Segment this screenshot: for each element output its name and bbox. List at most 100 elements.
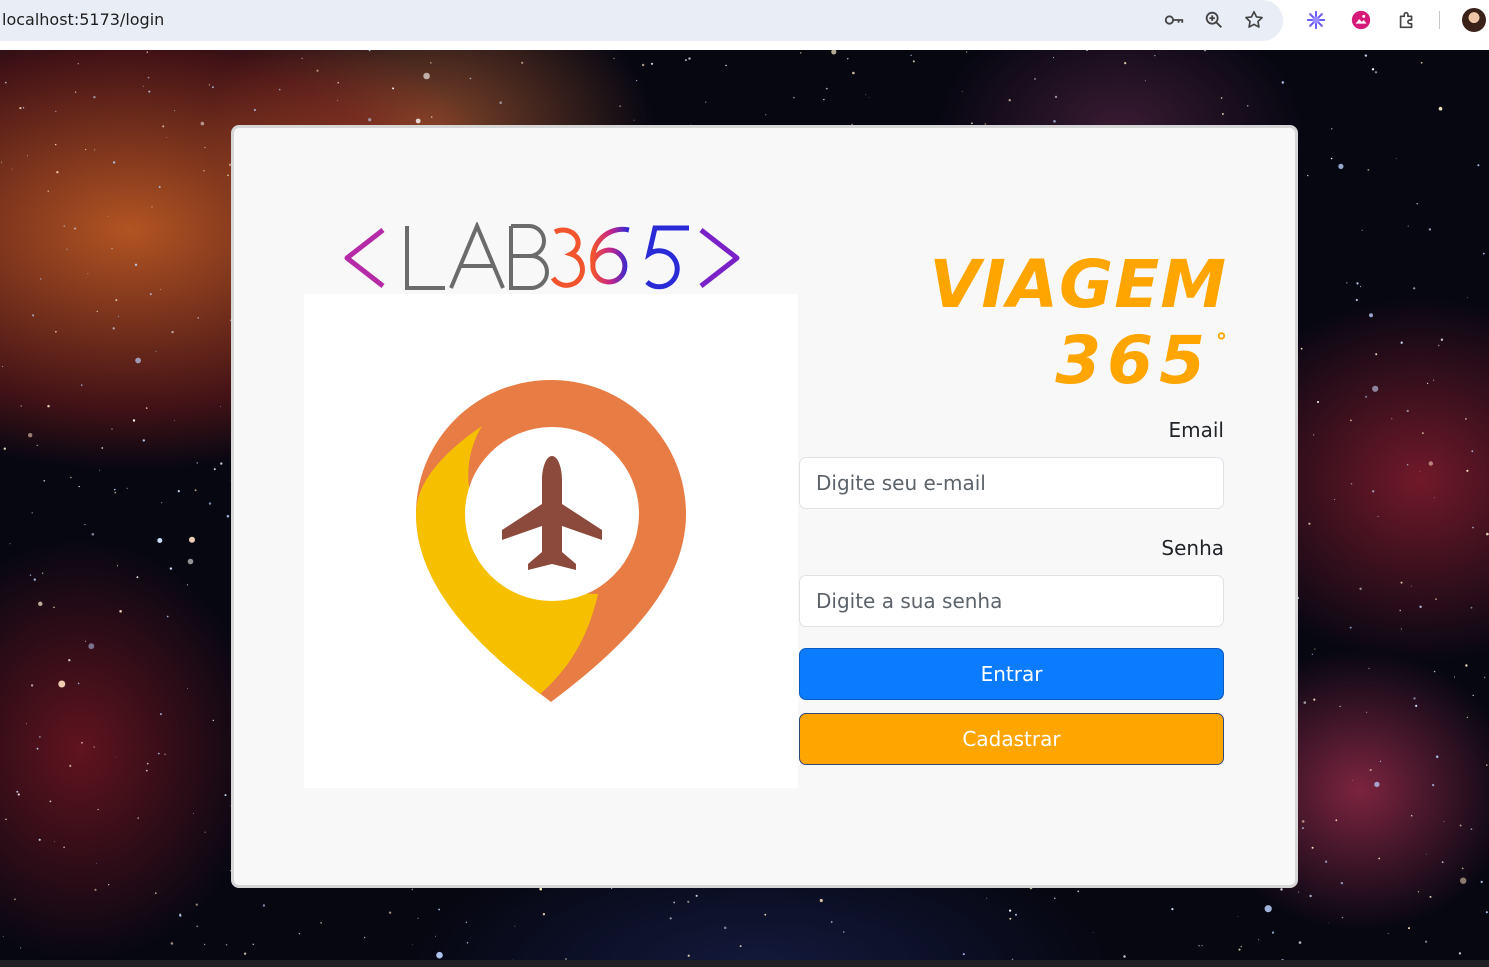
star — [1431, 783, 1435, 787]
star — [1399, 609, 1401, 612]
star — [1008, 99, 1011, 102]
star — [1034, 78, 1036, 80]
star — [38, 838, 41, 841]
email-field[interactable] — [799, 457, 1224, 509]
star — [119, 610, 122, 613]
star — [1425, 853, 1427, 855]
address-bar[interactable]: localhost:5173/login — [0, 0, 1283, 41]
star — [542, 913, 546, 916]
star — [225, 944, 228, 946]
zoom-icon[interactable] — [1202, 8, 1226, 32]
star — [1220, 97, 1223, 99]
password-field[interactable] — [799, 575, 1224, 627]
star — [1335, 819, 1338, 822]
login-button-label: Entrar — [980, 662, 1043, 686]
window-bottom-edge — [0, 960, 1489, 967]
star — [298, 932, 301, 935]
star — [1483, 676, 1486, 679]
star — [1391, 418, 1393, 420]
star — [723, 926, 727, 930]
puzzle-icon[interactable] — [1395, 8, 1419, 32]
star — [687, 954, 690, 957]
star — [1369, 768, 1372, 772]
star — [213, 468, 216, 471]
register-button-label: Cadastrar — [962, 727, 1061, 751]
star — [1374, 71, 1378, 74]
star — [868, 97, 870, 99]
star — [1330, 157, 1333, 160]
star — [436, 951, 443, 959]
star — [687, 900, 690, 903]
star — [204, 146, 206, 149]
star — [1428, 461, 1434, 466]
star — [650, 62, 654, 65]
star — [1309, 894, 1312, 898]
star — [166, 137, 168, 138]
star — [212, 719, 214, 722]
extension-photo-icon[interactable] — [1349, 8, 1373, 32]
star — [9, 543, 11, 545]
star — [469, 77, 472, 80]
key-icon[interactable] — [1162, 8, 1186, 32]
email-label: Email — [1168, 418, 1225, 442]
star-icon[interactable] — [1242, 8, 1266, 32]
star — [1341, 916, 1344, 919]
star — [77, 682, 80, 685]
star — [93, 96, 96, 99]
star — [200, 121, 205, 126]
star — [148, 90, 151, 93]
star — [166, 615, 169, 618]
star — [1154, 55, 1156, 57]
register-button[interactable]: Cadastrar — [799, 713, 1224, 765]
star — [28, 433, 33, 438]
star — [29, 574, 32, 576]
star — [1472, 526, 1474, 529]
star — [55, 110, 57, 112]
star — [132, 419, 136, 422]
star — [137, 817, 139, 819]
star — [204, 943, 206, 946]
extension-ai-icon[interactable] — [1304, 8, 1328, 32]
login-button[interactable]: Entrar — [799, 648, 1224, 700]
star — [111, 428, 113, 430]
star — [47, 190, 50, 193]
url-text[interactable]: localhost:5173/login — [2, 10, 164, 29]
star — [157, 538, 163, 543]
star — [1086, 50, 1088, 51]
star — [1361, 229, 1363, 231]
star — [1421, 432, 1424, 435]
star — [53, 841, 55, 843]
star — [1356, 282, 1359, 285]
profile-avatar[interactable] — [1462, 8, 1486, 32]
star — [197, 317, 199, 319]
star — [1366, 711, 1368, 713]
star — [81, 384, 83, 386]
star — [1417, 891, 1420, 893]
star — [1465, 418, 1467, 420]
star — [253, 108, 256, 112]
star — [1372, 385, 1379, 392]
star — [1124, 62, 1127, 65]
star — [115, 299, 118, 302]
star — [5, 818, 7, 821]
star — [145, 407, 148, 409]
star — [1466, 469, 1469, 472]
star — [1308, 522, 1311, 525]
star — [1433, 670, 1436, 673]
app-title-365: 365 — [1055, 322, 1211, 399]
star — [1435, 755, 1439, 758]
star — [962, 953, 965, 956]
star — [1441, 861, 1444, 864]
star — [1, 161, 3, 163]
star — [98, 469, 100, 471]
star — [88, 643, 95, 650]
star — [830, 921, 833, 923]
star — [19, 107, 22, 110]
star — [262, 904, 266, 907]
star — [823, 98, 825, 101]
star — [196, 462, 198, 464]
star — [847, 58, 849, 60]
star — [81, 741, 83, 744]
star — [1258, 939, 1260, 941]
star — [466, 942, 469, 944]
